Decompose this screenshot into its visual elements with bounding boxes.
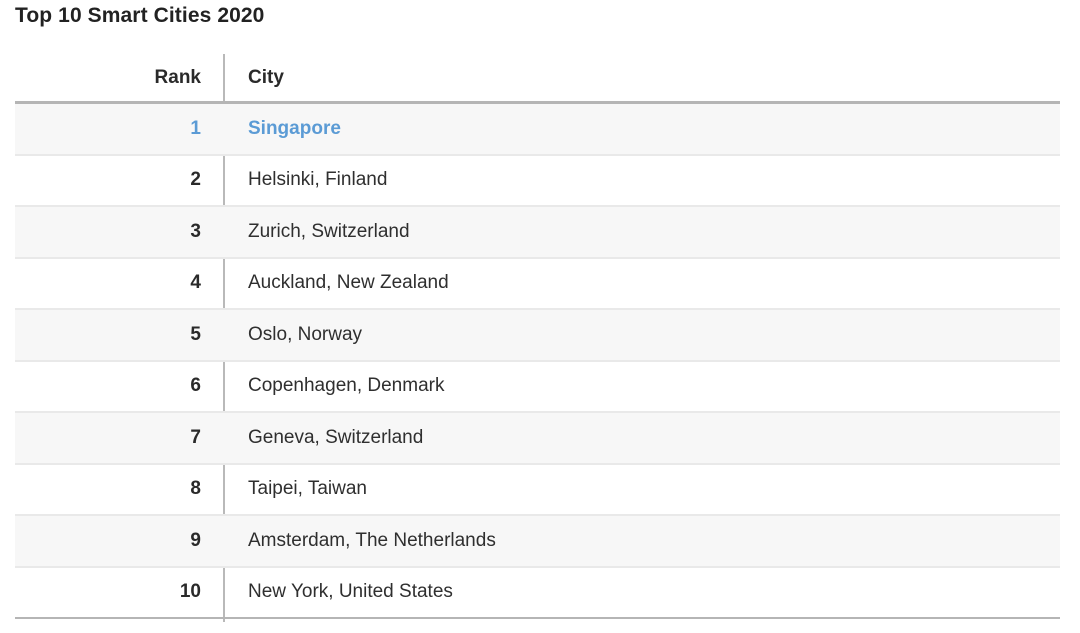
rank-cell: 3 xyxy=(190,220,201,242)
table-header-row: Rank City xyxy=(15,54,1060,104)
rank-cell: 9 xyxy=(190,529,201,551)
page-title: Top 10 Smart Cities 2020 xyxy=(15,4,265,27)
city-cell: Singapore xyxy=(248,117,341,139)
rank-cell: 7 xyxy=(190,426,201,448)
city-column-header: City xyxy=(248,66,284,88)
city-cell: Geneva, Switzerland xyxy=(248,426,424,448)
city-cell: Amsterdam, The Netherlands xyxy=(248,529,496,551)
rank-cell: 2 xyxy=(190,169,201,191)
city-cell: Taipei, Taiwan xyxy=(248,478,368,500)
rank-cell: 8 xyxy=(190,478,201,500)
city-cell: New York, United States xyxy=(248,581,453,603)
table-row: 3 Zurich, Switzerland xyxy=(15,207,1060,259)
rank-cell: 4 xyxy=(190,272,201,294)
table-row: 8 Taipei, Taiwan xyxy=(15,465,1060,516)
table-row: 2 Helsinki, Finland xyxy=(15,156,1060,207)
table-row: 7 Geneva, Switzerland xyxy=(15,413,1060,465)
table-row: 10 New York, United States xyxy=(15,568,1060,619)
table-row: 1 Singapore xyxy=(15,104,1060,156)
city-cell: Auckland, New Zealand xyxy=(248,272,449,294)
smart-cities-table: Rank City 1 Singapore 2 Helsinki, Finlan… xyxy=(15,54,1060,622)
table-row: 4 Auckland, New Zealand xyxy=(15,259,1060,310)
rank-cell: 6 xyxy=(190,375,201,397)
rank-cell: 10 xyxy=(179,581,201,603)
table-row: 6 Copenhagen, Denmark xyxy=(15,362,1060,413)
table-row: 9 Amsterdam, The Netherlands xyxy=(15,516,1060,568)
table-row: 5 Oslo, Norway xyxy=(15,310,1060,362)
city-cell: Zurich, Switzerland xyxy=(248,220,410,242)
city-cell: Oslo, Norway xyxy=(248,323,363,345)
rank-column-header: Rank xyxy=(154,66,201,88)
city-cell: Helsinki, Finland xyxy=(248,169,388,191)
city-cell: Copenhagen, Denmark xyxy=(248,375,445,397)
rank-cell: 1 xyxy=(190,117,201,139)
rank-cell: 5 xyxy=(190,323,201,345)
